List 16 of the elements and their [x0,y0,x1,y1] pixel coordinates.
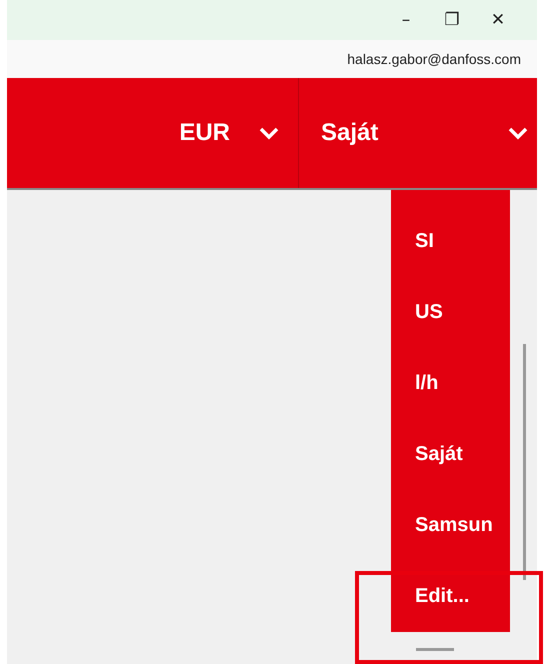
window-control-button[interactable]: – [387,5,425,35]
menu-item[interactable]: US [391,277,510,348]
menu-item[interactable]: l/h [391,348,510,419]
menu-item[interactable]: Saját [391,419,510,490]
menu-item[interactable]: Edit... [391,561,510,632]
chevron-down-icon [507,126,529,140]
scrollbar[interactable] [523,344,526,580]
window-control-button[interactable]: ✕ [479,5,517,35]
account-email: halasz.gabor@danfoss.com [347,51,521,67]
scroll-grip [416,648,454,651]
menu-item[interactable]: Samsun [391,490,510,561]
chevron-down-icon [258,126,280,140]
window-control-button[interactable]: ❐ [433,5,471,35]
menu-item[interactable]: SI [391,206,510,277]
units-dropdown[interactable]: Saját [299,78,537,188]
currency-dropdown[interactable]: EUR [7,78,299,188]
